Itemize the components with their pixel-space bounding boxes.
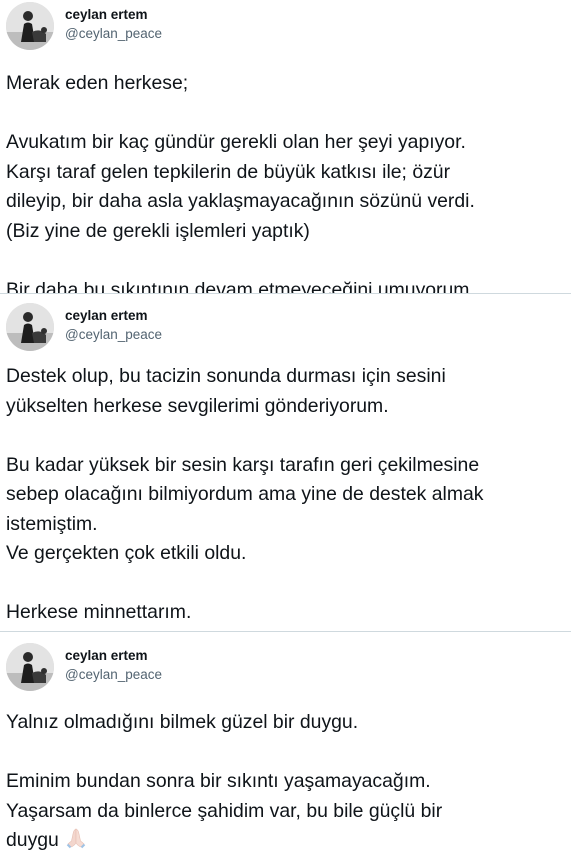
author-handle[interactable]: @ceylan_peace (65, 325, 162, 344)
tweet-text-line: Ve gerçekten çok etkili oldu. (6, 542, 247, 564)
avatar[interactable] (6, 643, 54, 691)
tweet-text-line: Herkese minnettarım. (6, 601, 192, 623)
tweet-text-line: yükselten herkese sevgilerimi gönderiyor… (6, 394, 389, 417)
folded-hands-icon (65, 827, 87, 859)
tweet-header: ceylan ertem @ceylan_peace (6, 643, 162, 691)
author-handle[interactable]: @ceylan_peace (65, 665, 162, 684)
tweet-text-line: Bu kadar yüksek bir sesin karşı tarafın … (6, 453, 480, 476)
author-handle[interactable]: @ceylan_peace (65, 24, 162, 43)
tweet-text: Merak eden herkese; Avukatım bir kaç gün… (6, 69, 567, 294)
tweet-text: Yalnız olmadığını bilmek güzel bir duygu… (6, 708, 567, 856)
tweet-2[interactable]: ceylan ertem @ceylan_peace Destek olup, … (0, 294, 571, 632)
tweet-text-line: duygu (6, 826, 567, 856)
tweet-text-line: Yaşarsam da binlerce şahidim var, bu bil… (6, 799, 443, 822)
tweet-text: Destek olup, bu tacizin sonunda durması … (6, 362, 567, 628)
tweet-text-line: istemiştim. (6, 512, 98, 535)
tweet-text-line: Eminim bundan sonra bir sıkıntı yaşamaya… (6, 770, 431, 792)
tweet-1[interactable]: ceylan ertem @ceylan_peace Merak eden he… (0, 0, 571, 294)
tweet-text-line: Yalnız olmadığını bilmek güzel bir duygu… (6, 711, 359, 733)
tweet-text-line: Bir daha bu sıkıntının devam etmeyeceğin… (6, 278, 475, 295)
author-name[interactable]: ceylan ertem (65, 5, 162, 24)
tweet-3[interactable]: ceylan ertem @ceylan_peace Yalnız olmadı… (0, 632, 571, 861)
tweet-text-fragment: duygu (6, 829, 59, 851)
tweet-text-line: Avukatım bir kaç gündür gerekli olan her… (6, 131, 466, 153)
avatar[interactable] (6, 303, 54, 351)
author-name[interactable]: ceylan ertem (65, 306, 162, 325)
tweet-header: ceylan ertem @ceylan_peace (6, 303, 162, 351)
tweet-text-line: Karşı taraf gelen tepkilerin de büyük ka… (6, 160, 451, 183)
tweet-text-line: Merak eden herkese; (6, 72, 189, 94)
tweet-text-line: sebep olacağını bilmiyordum ama yine de … (6, 483, 484, 505)
tweet-header: ceylan ertem @ceylan_peace (6, 2, 162, 50)
tweet-text-line: Destek olup, bu tacizin sonunda durması … (6, 365, 446, 387)
tweet-text-line: dileyip, bir daha asla yaklaşmayacağının… (6, 190, 475, 212)
author-name[interactable]: ceylan ertem (65, 646, 162, 665)
avatar[interactable] (6, 2, 54, 50)
tweet-text-line: (Biz yine de gerekli işlemleri yaptık) (6, 219, 310, 242)
